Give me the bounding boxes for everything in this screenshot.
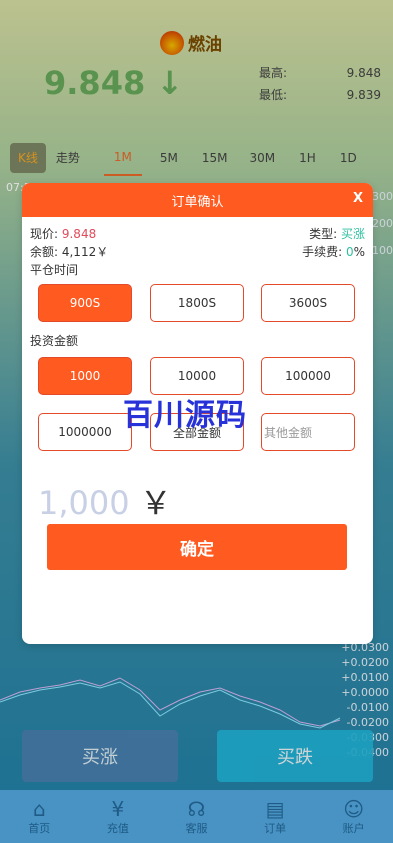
confirm-button[interactable]: 确定 <box>47 524 347 570</box>
yen-icon: ￥ <box>139 484 172 522</box>
order-info: 现价: 9.848 类型: 买涨 余额: 4,112￥ 手续费: 0% <box>30 225 365 261</box>
time-option-1800s[interactable]: 1800S <box>150 284 244 322</box>
amount-display: 1,000 ￥ <box>38 478 172 524</box>
dialog-header: 订单确认 X <box>22 183 373 217</box>
fee-unit: % <box>353 245 365 259</box>
fee-info: 手续费: 0% <box>302 243 365 261</box>
amount-option-1000[interactable]: 1000 <box>38 357 132 395</box>
balance-info: 余额: 4,112￥ <box>30 243 108 261</box>
time-option-900s[interactable]: 900S <box>38 284 132 322</box>
other-amount-input[interactable]: 其他金额 <box>261 413 355 451</box>
amount-option-1000000[interactable]: 1000000 <box>38 413 132 451</box>
price-info: 现价: 9.848 <box>30 225 96 243</box>
price-label: 现价: <box>30 227 62 241</box>
type-value: 买涨 <box>340 227 365 241</box>
fee-label: 手续费: <box>302 245 346 259</box>
invest-amount-label: 投资金额 <box>30 334 79 348</box>
amount-option-100000[interactable]: 100000 <box>261 357 355 395</box>
type-info: 类型: 买涨 <box>309 225 365 243</box>
type-label: 类型: <box>309 227 341 241</box>
balance-value: 4,112￥ <box>61 245 109 259</box>
fee-value: 0 <box>345 245 354 259</box>
close-time-label: 平仓时间 <box>30 263 79 277</box>
balance-label: 余额: <box>30 245 62 259</box>
close-button[interactable]: X <box>353 191 363 206</box>
dialog-title: 订单确认 <box>171 194 224 210</box>
watermark: 百川源码 <box>123 398 247 433</box>
price-info-value: 9.848 <box>61 227 97 241</box>
amount-value: 1,000 <box>38 484 130 522</box>
time-option-3600s[interactable]: 3600S <box>261 284 355 322</box>
